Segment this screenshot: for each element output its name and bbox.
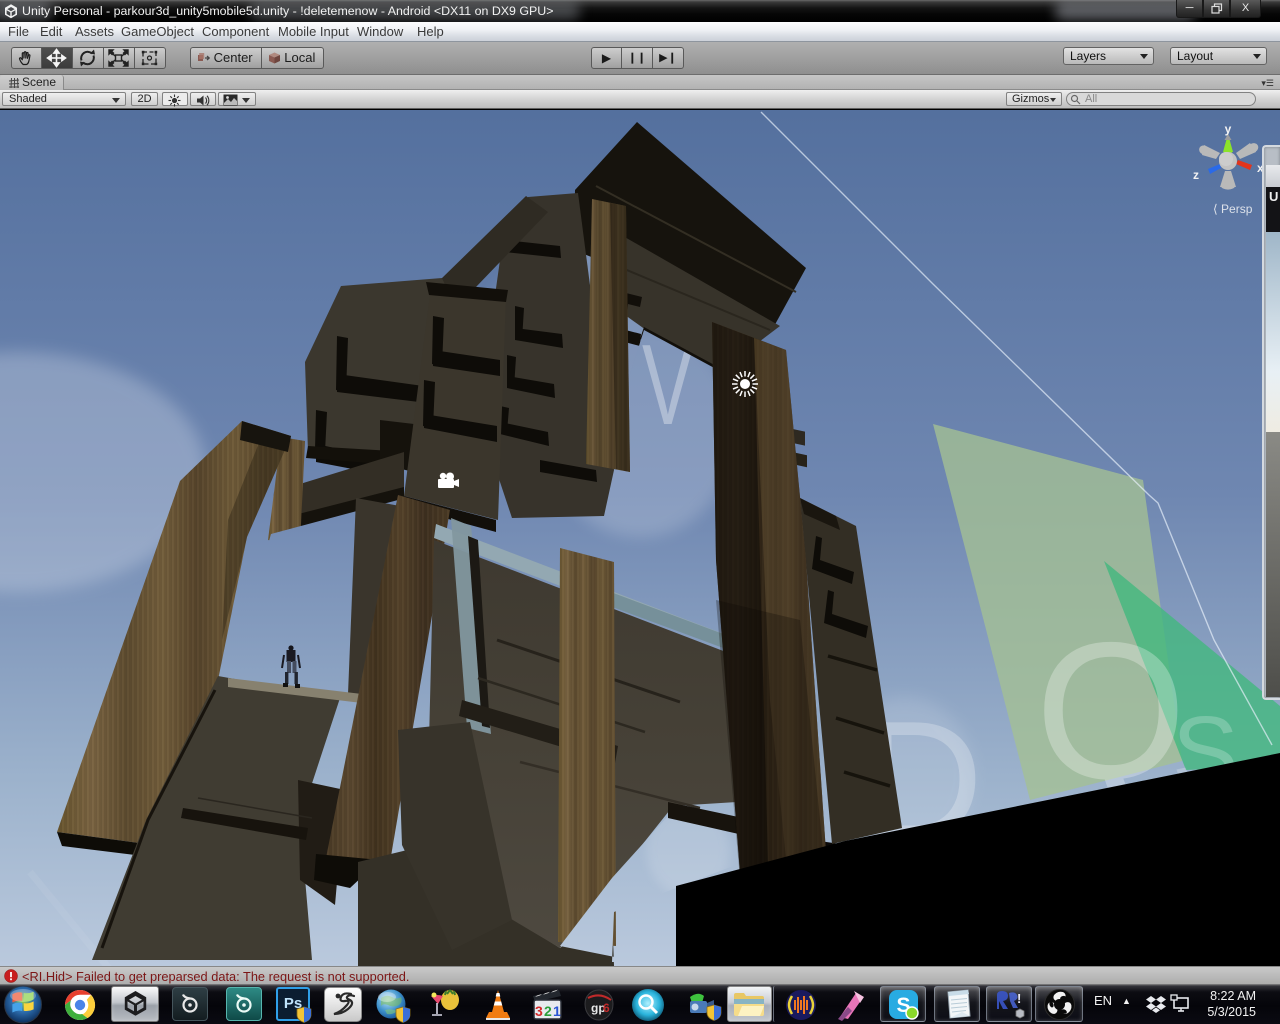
svg-text:2: 2 [544,1003,552,1019]
svg-text:⟨ Persp: ⟨ Persp [1213,202,1253,216]
svg-text:1: 1 [553,1003,561,1019]
svg-text:y: y [1225,122,1232,136]
svg-text:6: 6 [603,1001,610,1015]
svg-text:z: z [1193,168,1199,182]
svg-text:!: ! [1017,991,1021,1006]
svg-text:3: 3 [535,1003,543,1019]
